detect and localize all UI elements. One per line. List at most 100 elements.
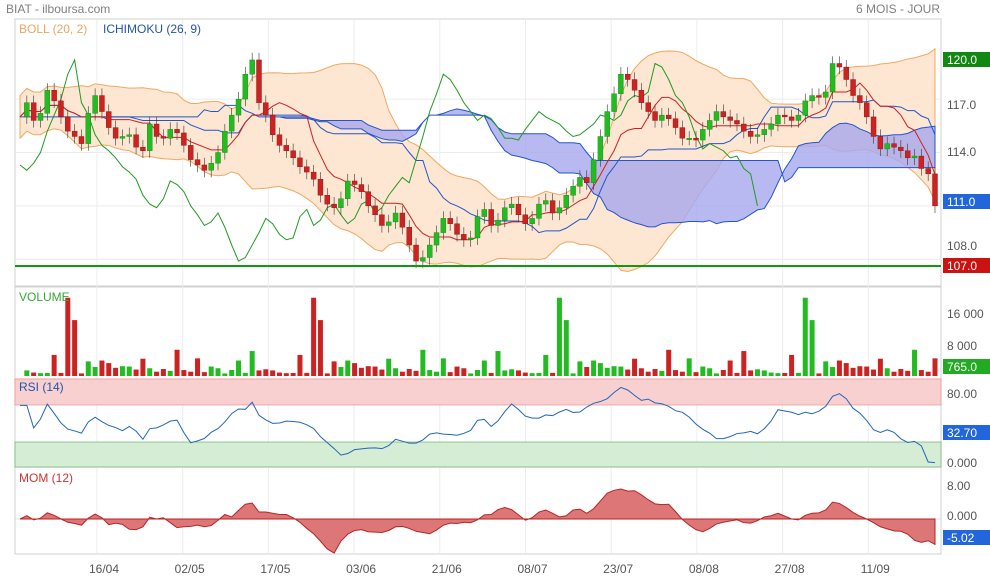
- candle-body: [256, 59, 262, 103]
- volume-bar: [181, 370, 187, 376]
- candle-body: [857, 95, 863, 103]
- rsi-label: RSI (14): [19, 380, 64, 394]
- candle-body: [734, 120, 740, 125]
- candle-body: [809, 95, 815, 102]
- rsi-tick: 80.00: [947, 387, 977, 401]
- rsi-oversold-zone: [14, 441, 942, 468]
- volume-bar: [413, 370, 419, 376]
- volume-bar: [31, 372, 37, 376]
- volume-bar: [78, 373, 84, 376]
- volume-bar: [37, 373, 43, 376]
- candle-body: [222, 130, 228, 153]
- candle-body: [761, 129, 767, 135]
- volume-bar: [434, 371, 440, 376]
- volume-bar: [358, 367, 364, 376]
- volume-bar: [918, 370, 924, 376]
- volume-bar: [905, 370, 911, 376]
- volume-bar: [768, 372, 774, 376]
- candle-body: [570, 186, 576, 196]
- volume-bar: [447, 372, 453, 376]
- volume-bar: [365, 366, 371, 376]
- candle-body: [795, 114, 802, 121]
- volume-bar: [495, 351, 501, 376]
- candle-body: [502, 207, 508, 221]
- candle-body: [652, 111, 658, 121]
- volume-label: VOLUME: [19, 290, 70, 304]
- volume-bar: [393, 368, 399, 376]
- chart-title: BIAT - ilboursa.com: [6, 2, 110, 16]
- volume-bar: [324, 373, 330, 376]
- volume-bar: [331, 361, 337, 376]
- volume-bar: [338, 366, 344, 376]
- candle-body: [406, 227, 412, 246]
- candle-body: [788, 116, 795, 121]
- candle-body: [167, 129, 173, 139]
- volume-bar: [645, 371, 651, 376]
- volume-bar: [24, 370, 30, 376]
- volume-bar: [727, 360, 733, 376]
- volume-bar: [201, 372, 207, 376]
- volume-bar: [488, 372, 494, 376]
- volume-bar: [550, 372, 556, 376]
- volume-bar: [734, 372, 740, 376]
- volume-bar: [379, 369, 385, 376]
- candle-body: [590, 159, 597, 183]
- candle-body: [775, 114, 781, 125]
- volume-bar: [925, 371, 931, 376]
- volume-bar: [481, 360, 487, 376]
- volume-bar: [58, 372, 64, 376]
- volume-bar: [51, 354, 57, 376]
- candle-body: [201, 164, 208, 171]
- candle-body: [802, 100, 808, 116]
- candle-body: [577, 177, 583, 187]
- volume-bar: [563, 320, 569, 376]
- candle-body: [488, 209, 494, 226]
- volume-bar: [147, 368, 153, 376]
- candle-body: [474, 216, 481, 239]
- x-tick-label: 02/05: [175, 562, 205, 576]
- candle-body: [331, 203, 337, 208]
- volume-bar: [215, 368, 221, 376]
- candle-body: [864, 102, 870, 118]
- volume-bar: [570, 373, 576, 376]
- volume-bar: [256, 370, 262, 376]
- candle-body: [153, 123, 160, 137]
- volume-bar: [536, 372, 542, 376]
- candle-body: [433, 232, 440, 246]
- candle-body: [679, 127, 686, 139]
- price-tick: 114.0: [947, 145, 976, 159]
- volume-bar: [276, 372, 282, 376]
- volume-bar: [290, 372, 296, 376]
- volume-bar: [775, 373, 781, 376]
- candle-body: [522, 214, 528, 224]
- x-tick-label: 27/08: [775, 562, 805, 576]
- candle-body: [911, 155, 918, 159]
- candle-body: [461, 234, 467, 240]
- volume-bar: [912, 349, 918, 376]
- candle-body: [228, 114, 235, 132]
- volume-bar: [420, 349, 426, 376]
- volume-bar: [761, 370, 767, 376]
- candle-body: [706, 120, 713, 130]
- volume-bar: [700, 366, 706, 376]
- candle-body: [399, 212, 406, 228]
- volume-bar: [454, 366, 460, 376]
- volume-bar: [789, 354, 795, 376]
- candle-body: [208, 162, 214, 171]
- candle-body: [631, 79, 638, 91]
- candle-body: [898, 146, 904, 151]
- volume-bar: [597, 363, 603, 376]
- candle-body: [106, 111, 112, 128]
- volume-bar: [932, 358, 938, 376]
- candle-body: [85, 113, 91, 144]
- candle-body: [112, 127, 119, 139]
- x-tick-label: 11/09: [861, 562, 890, 576]
- volume-bar: [529, 373, 535, 376]
- candle-body: [918, 155, 925, 169]
- volume-bar: [502, 370, 508, 376]
- candle-body: [65, 116, 71, 132]
- candle-body: [188, 145, 194, 160]
- candle-body: [823, 91, 829, 98]
- chart-svg: BIAT - ilboursa.com 6 MOIS - JOUR BOLL (…: [0, 0, 990, 580]
- volume-bar: [543, 354, 549, 376]
